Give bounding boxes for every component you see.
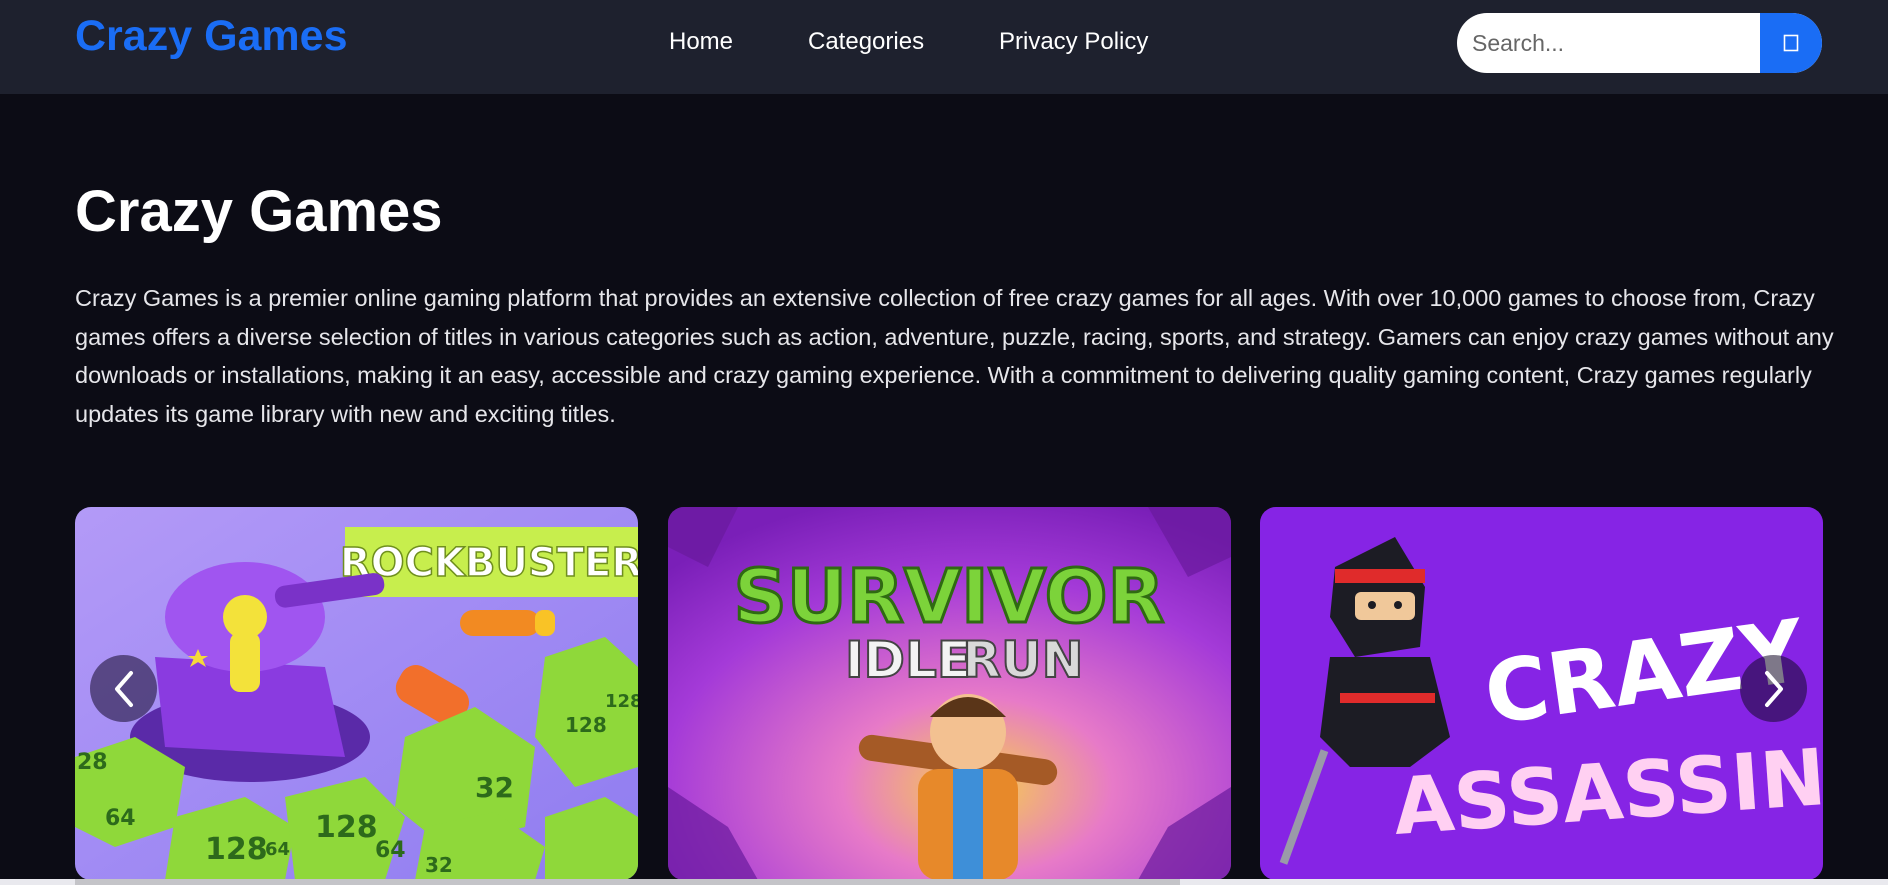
run-title: RUN <box>963 631 1084 689</box>
brand-logo-link[interactable]: Crazy Games <box>75 12 348 61</box>
rock-number: 128 <box>315 810 378 845</box>
game-card-survivor-idle-run[interactable]: SURVIVOR IDLE RUN <box>668 507 1231 880</box>
rock-number: 64 <box>265 839 290 860</box>
search-form <box>1457 13 1822 73</box>
rock-number: 64 <box>105 806 136 831</box>
rock-number: 32 <box>425 853 453 877</box>
survivor-title: SURVIVOR <box>733 554 1164 640</box>
rock-number: 64 <box>375 838 406 863</box>
carousel-prev-button[interactable] <box>90 655 157 722</box>
carousel-next-button[interactable] <box>1740 655 1807 722</box>
horizontal-scrollbar[interactable] <box>0 879 1888 885</box>
crazy-assassin-thumbnail: CRAZY ASSASSIN <box>1260 507 1823 880</box>
intro-paragraph: Crazy Games is a premier online gaming p… <box>75 285 1834 427</box>
nav-privacy-policy-link[interactable]: Privacy Policy <box>999 28 1148 56</box>
rock-number: 32 <box>475 771 514 804</box>
rock-number: 128 <box>565 713 607 737</box>
survivor-idle-run-thumbnail: SURVIVOR IDLE RUN <box>668 507 1231 880</box>
game-card-crazy-assassin[interactable]: CRAZY ASSASSIN <box>1260 507 1823 880</box>
search-button[interactable] <box>1760 13 1822 73</box>
search-input[interactable] <box>1457 13 1760 73</box>
page-title: Crazy Games <box>75 179 443 244</box>
scrollbar-thumb[interactable] <box>75 879 1180 885</box>
site-header: Crazy Games Home Categories Privacy Poli… <box>0 0 1888 94</box>
rock-number: 128 <box>605 691 638 712</box>
nav-home-link[interactable]: Home <box>669 28 733 56</box>
rockbuster-title: ROCKBUSTER <box>340 540 638 586</box>
chevron-right-icon <box>1764 670 1783 707</box>
idle-title: IDLE <box>845 631 971 689</box>
nav-categories-link[interactable]: Categories <box>808 28 924 56</box>
rock-number: 28 <box>77 750 108 775</box>
chevron-left-icon <box>114 670 133 707</box>
rockbuster-thumbnail: ROCKBUSTER 128 64 32 28 64 128 32 64 128 <box>75 507 638 880</box>
search-icon <box>1783 34 1799 52</box>
game-card-rockbuster[interactable]: ROCKBUSTER 128 64 32 28 64 128 32 64 128 <box>75 507 638 880</box>
rock-number: 128 <box>205 832 268 867</box>
